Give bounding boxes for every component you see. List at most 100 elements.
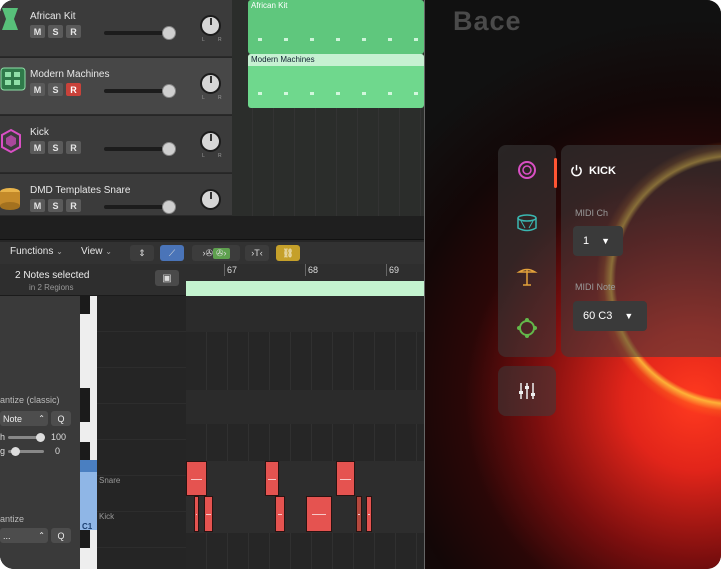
catch-icon[interactable]: ›T‹ [245, 245, 269, 261]
track-msr: M S R [30, 141, 81, 154]
midi-ch-dropdown[interactable]: 1 ▼ [573, 226, 623, 256]
pane-divider[interactable] [0, 216, 424, 240]
midi-note-value: 60 C3 [583, 310, 613, 322]
black-key[interactable] [80, 442, 90, 460]
key-highlight[interactable] [80, 460, 97, 472]
mixer-sliders-icon[interactable] [516, 380, 538, 402]
stepper-icon: ⌃ [38, 414, 45, 423]
note-kick[interactable] [366, 496, 372, 532]
selection-count: 2 Notes selected [15, 270, 90, 281]
black-key[interactable] [80, 296, 90, 314]
note-snare[interactable] [265, 461, 279, 496]
swing-value: 0 [55, 446, 61, 456]
note-kick[interactable] [194, 496, 199, 532]
quantize-label: antize [0, 514, 25, 524]
track-header-dmd-snare[interactable]: DMD Templates Snare M S R [0, 174, 232, 216]
note-lanes[interactable] [186, 296, 424, 569]
volume-fader[interactable] [104, 26, 176, 40]
ruler-bar-67: 67 [227, 265, 238, 275]
strength-slider-knob[interactable] [36, 433, 45, 442]
row-label-snare: Snare [99, 476, 121, 485]
lane-band [186, 296, 424, 332]
fader-knob[interactable] [162, 84, 176, 98]
tambourine-icon[interactable] [516, 317, 538, 339]
region-modern-machines[interactable]: Modern Machines [248, 54, 424, 108]
region-label: African Kit [251, 1, 288, 10]
track-name: Modern Machines [30, 69, 110, 80]
mute-button[interactable]: M [30, 83, 45, 96]
drum-machine-icon [0, 67, 26, 91]
track-header-kick[interactable]: Kick M S R L R [0, 116, 232, 173]
volume-fader[interactable] [104, 84, 176, 98]
region-label: Modern Machines [248, 54, 424, 66]
region-notes [248, 38, 424, 41]
volume-fader[interactable] [104, 142, 176, 156]
note-kick[interactable] [356, 496, 362, 532]
fader-knob[interactable] [162, 26, 176, 40]
stepper-icon: ⌃ [38, 531, 45, 540]
midi-in-out-icon[interactable]: ›✇ ✇› [192, 245, 240, 261]
midi-note-dropdown[interactable]: 60 C3 ▼ [573, 301, 647, 331]
collapse-icon[interactable]: ⇕ [130, 245, 154, 261]
solo-button[interactable]: S [48, 199, 63, 212]
functions-label: Functions [10, 246, 54, 257]
snare-drum-icon [0, 188, 20, 210]
mute-button[interactable]: M [30, 141, 45, 154]
strength-label: h [0, 432, 6, 442]
mute-button[interactable]: M [30, 25, 45, 38]
note-kick[interactable] [204, 496, 213, 532]
chevron-down-icon: ⌄ [105, 247, 112, 256]
record-button-armed[interactable]: R [66, 83, 81, 96]
record-button[interactable]: R [66, 199, 81, 212]
view-menu[interactable]: View ⌄ [81, 246, 112, 257]
link-icon[interactable]: ⛓ [276, 245, 300, 261]
region-bar[interactable] [186, 281, 424, 296]
pan-lr-label: L R [202, 95, 228, 101]
app-title: Bace [453, 6, 522, 36]
power-icon[interactable] [570, 164, 583, 177]
region-notes [248, 92, 424, 95]
mute-button[interactable]: M [30, 199, 45, 212]
functions-menu[interactable]: Functions ⌄ [10, 246, 63, 257]
note-kick[interactable] [275, 496, 285, 532]
ruler-tick [224, 264, 225, 276]
bace-plugin: Bace KICK MIDI Ch 1 ▼ MIDI Note 60 C3 ▼ [424, 0, 721, 569]
pan-knob[interactable] [200, 73, 221, 94]
quantize-value-select[interactable]: ... ⌃ [0, 528, 48, 543]
region-african-kit[interactable]: African Kit [248, 0, 424, 54]
note-kick[interactable] [306, 496, 332, 532]
black-key[interactable] [80, 530, 90, 548]
track-header-african-kit[interactable]: African Kit M S R L R [0, 0, 232, 57]
solo-button[interactable]: S [48, 25, 63, 38]
calendar-icon[interactable]: ▣ [155, 270, 179, 286]
track-header-modern-machines[interactable]: Modern Machines M S R L R [0, 58, 232, 115]
kick-drum-icon[interactable] [516, 159, 538, 181]
piano-keyboard[interactable]: C1 [80, 296, 97, 569]
swing-slider-knob[interactable] [11, 447, 20, 456]
note-snare[interactable] [186, 461, 207, 496]
snare-drum-icon[interactable] [516, 212, 538, 234]
quantize-button[interactable]: Q [51, 411, 71, 426]
pan-knob[interactable] [200, 131, 221, 152]
black-key[interactable] [80, 404, 90, 422]
timeline-ruler[interactable]: 67 68 69 [186, 264, 424, 296]
quantize-button[interactable]: Q [51, 528, 71, 543]
note-value-select[interactable]: Note ⌃ [0, 411, 48, 426]
fader-knob[interactable] [162, 200, 176, 214]
ruler-bar-68: 68 [308, 265, 319, 275]
track-name: African Kit [30, 11, 76, 22]
view-label: View [81, 246, 103, 257]
record-button[interactable]: R [66, 141, 81, 154]
quantize-inspector: antize (classic) Note ⌃ Q h 100 g 0 antiz… [0, 296, 80, 569]
note-snare[interactable] [336, 461, 355, 496]
record-button[interactable]: R [66, 25, 81, 38]
cymbal-icon[interactable] [516, 265, 538, 287]
track-msr: M S R [30, 199, 81, 212]
volume-fader[interactable] [104, 200, 176, 214]
solo-button[interactable]: S [48, 141, 63, 154]
automation-curve-icon[interactable]: ⟋ [160, 245, 184, 261]
pan-knob[interactable] [200, 15, 221, 36]
fader-knob[interactable] [162, 142, 176, 156]
solo-button[interactable]: S [48, 83, 63, 96]
pan-knob[interactable] [200, 189, 221, 210]
